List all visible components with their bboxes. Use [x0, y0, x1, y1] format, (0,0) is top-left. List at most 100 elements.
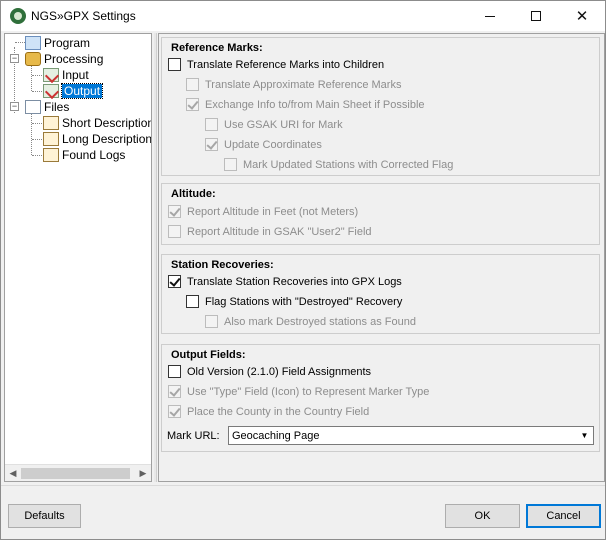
checkbox-label: Report Altitude in GSAK "User2" Field	[187, 225, 372, 238]
checkbox-label: Use GSAK URI for Mark	[224, 118, 343, 131]
mark-updated-stations-checkbox[interactable]: Mark Updated Stations with Corrected Fla…	[224, 158, 453, 171]
altitude-group: Altitude: Report Altitude in Feet (not M…	[161, 183, 600, 245]
flag-destroyed-checkbox[interactable]: Flag Stations with "Destroyed" Recovery	[186, 295, 402, 308]
title-bar[interactable]: NGS»GPX Settings ✕	[1, 1, 605, 31]
tree-item-input[interactable]: Input	[43, 67, 89, 83]
checkbox-box	[168, 58, 181, 71]
checkbox-label: Mark Updated Stations with Corrected Fla…	[243, 158, 454, 171]
checkbox-label: Translate Approximate Reference Marks	[205, 78, 402, 91]
settings-window: NGS»GPX Settings ✕ Program − Processing …	[0, 0, 606, 540]
tree-item-label: Processing	[44, 52, 104, 66]
translate-recoveries-checkbox[interactable]: Translate Station Recoveries into GPX Lo…	[168, 275, 402, 288]
county-in-country-checkbox[interactable]: Place the County in the Country Field	[168, 405, 369, 418]
checkbox-box	[186, 78, 199, 91]
program-icon	[25, 36, 41, 50]
tree-item-found-logs[interactable]: Found Logs	[43, 147, 125, 163]
tree-horizontal-scrollbar[interactable]: ◀ ▶	[5, 464, 151, 481]
use-type-field-checkbox[interactable]: Use "Type" Field (Icon) to Represent Mar…	[168, 385, 429, 398]
checkbox-box	[224, 158, 237, 171]
collapse-processing-icon[interactable]: −	[10, 54, 19, 63]
checkbox-label: Exchange Info to/from Main Sheet if Poss…	[205, 98, 425, 111]
checkbox-label: Place the County in the Country Field	[187, 405, 370, 418]
tree-connector	[31, 112, 32, 155]
output-settings-panel: Reference Marks: Translate Reference Mar…	[158, 33, 605, 482]
scrollbar-thumb[interactable]	[21, 468, 130, 479]
tree-item-long-description[interactable]: Long Description	[43, 131, 152, 147]
checkbox-box	[205, 118, 218, 131]
station-recoveries-group: Station Recoveries: Translate Station Re…	[161, 254, 600, 334]
checkbox-box	[168, 225, 181, 238]
tree-item-label: Found Logs	[62, 148, 126, 162]
output-icon	[43, 84, 59, 98]
checkbox-label: Update Coordinates	[224, 138, 322, 151]
mark-url-label: Mark URL:	[167, 430, 220, 442]
group-title: Reference Marks:	[171, 42, 263, 54]
use-gsak-uri-checkbox[interactable]: Use GSAK URI for Mark	[205, 118, 343, 131]
checkbox-box	[168, 205, 181, 218]
tree-connector	[31, 64, 32, 91]
checkbox-label: Translate Reference Marks into Children	[187, 58, 385, 71]
chevron-down-icon[interactable]: ▼	[577, 428, 592, 443]
tree-item-processing[interactable]: Processing	[25, 51, 103, 67]
document-icon	[43, 132, 59, 146]
update-coordinates-checkbox[interactable]: Update Coordinates	[205, 138, 322, 151]
group-title: Altitude:	[171, 188, 216, 200]
old-version-checkbox[interactable]: Old Version (2.1.0) Field Assignments	[168, 365, 371, 378]
group-title: Station Recoveries:	[171, 259, 274, 271]
checkbox-box	[205, 315, 218, 328]
tree-item-short-description[interactable]: Short Description	[43, 115, 152, 131]
checkbox-box	[168, 385, 181, 398]
tree-item-label: Short Description	[62, 116, 152, 130]
checkbox-label: Flag Stations with "Destroyed" Recovery	[205, 295, 403, 308]
input-icon	[43, 68, 59, 82]
checkbox-label: Use "Type" Field (Icon) to Represent Mar…	[187, 385, 430, 398]
checkbox-box	[205, 138, 218, 151]
collapse-files-icon[interactable]: −	[10, 102, 19, 111]
group-title: Output Fields:	[171, 349, 246, 361]
altitude-feet-checkbox[interactable]: Report Altitude in Feet (not Meters)	[168, 205, 358, 218]
checkbox-label: Translate Station Recoveries into GPX Lo…	[187, 275, 402, 288]
altitude-user2-checkbox[interactable]: Report Altitude in GSAK "User2" Field	[168, 225, 372, 238]
tree-item-label: Long Description	[62, 132, 152, 146]
scroll-left-icon[interactable]: ◀	[7, 467, 19, 479]
ok-button[interactable]: OK	[445, 504, 520, 528]
reference-marks-group: Reference Marks: Translate Reference Mar…	[161, 37, 600, 176]
close-button[interactable]: ✕	[559, 1, 605, 31]
cancel-button[interactable]: Cancel	[526, 504, 601, 528]
footer-divider	[1, 485, 605, 486]
tree-item-label: Program	[44, 36, 91, 50]
window-title: NGS»GPX Settings	[31, 9, 136, 23]
tree-item-output[interactable]: Output	[43, 83, 104, 99]
document-icon	[43, 148, 59, 162]
tree-item-label: Files	[44, 100, 70, 114]
maximize-icon	[531, 11, 541, 21]
translate-approximate-checkbox[interactable]: Translate Approximate Reference Marks	[186, 78, 401, 91]
translate-reference-marks-checkbox[interactable]: Translate Reference Marks into Children	[168, 58, 384, 71]
mark-destroyed-found-checkbox[interactable]: Also mark Destroyed stations as Found	[205, 315, 416, 328]
checkbox-box	[168, 365, 181, 378]
checkbox-label: Old Version (2.1.0) Field Assignments	[187, 365, 372, 378]
document-icon	[43, 116, 59, 130]
minimize-button[interactable]	[467, 1, 513, 31]
output-fields-group: Output Fields: Old Version (2.1.0) Field…	[161, 344, 600, 452]
tree-item-program[interactable]: Program	[25, 35, 90, 51]
panel-splitter[interactable]	[154, 33, 157, 482]
close-icon: ✕	[575, 8, 589, 25]
checkbox-box	[168, 275, 181, 288]
tree-item-label: Input	[62, 68, 89, 82]
tree-connector	[15, 42, 25, 43]
checkbox-box	[168, 405, 181, 418]
tree-item-label: Output	[60, 83, 104, 99]
checkbox-box	[186, 295, 199, 308]
tree-connector	[32, 75, 42, 76]
settings-tree[interactable]: Program − Processing Input Output − File…	[4, 33, 152, 482]
scroll-right-icon[interactable]: ▶	[137, 467, 149, 479]
maximize-button[interactable]	[513, 1, 559, 31]
tree-item-files[interactable]: Files	[25, 99, 69, 115]
defaults-button[interactable]: Defaults	[8, 504, 81, 528]
mark-url-value: Geocaching Page	[232, 429, 320, 442]
files-icon	[25, 100, 41, 114]
minimize-icon	[485, 15, 495, 17]
mark-url-select[interactable]: Geocaching Page ▼	[228, 426, 594, 445]
exchange-info-checkbox[interactable]: Exchange Info to/from Main Sheet if Poss…	[186, 98, 425, 111]
